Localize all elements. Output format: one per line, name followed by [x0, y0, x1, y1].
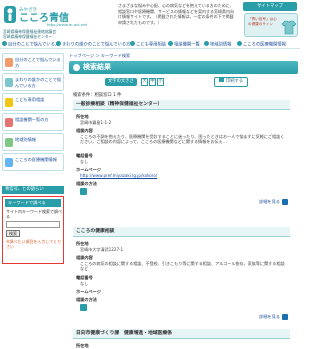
- breadcrumb[interactable]: トップページ ＞ キーワード検索: [69, 53, 130, 59]
- banner-text: 「青い信号」は心の健康のサイン: [248, 17, 277, 26]
- people-icon: [5, 78, 13, 87]
- consult-method-icon: [80, 304, 87, 311]
- nav-self[interactable]: 自分のことで悩んでいる方: [2, 41, 59, 49]
- address-label: 所在地: [76, 343, 89, 348]
- nav-others[interactable]: まわりの誰かのことで悩んでいる方: [56, 41, 130, 49]
- sidebar-item-children[interactable]: こども専用相談: [2, 93, 64, 111]
- org-name-2: 宮崎県精神保健福祉センター: [3, 34, 53, 39]
- arrow-right-icon: [282, 199, 288, 205]
- method-label: 相談の方法: [76, 297, 97, 302]
- content-value: こころの不調を抱えたり、医療機関を受診することに迷ったり、困ったときはお一人で悩…: [80, 134, 285, 145]
- sidebar-item-agencies[interactable]: 相談機関一覧の方: [2, 113, 64, 131]
- sitemap-button[interactable]: サイトマップ: [243, 2, 297, 11]
- fontsize-medium-button[interactable]: 中: [149, 78, 156, 86]
- search-button[interactable]: 検索: [6, 230, 20, 237]
- site-header: みやざき こころ青信 http://www.m-aoi.net 宮崎県精神保健福…: [0, 0, 300, 40]
- homepage-link[interactable]: http://www.pref.miyazaki.lg.jp/kokoro/: [80, 173, 157, 178]
- result-title[interactable]: 日向市健康づくり課 健康増進・地域医療係: [73, 329, 290, 339]
- address-value: 宮崎市霧島1-1-2: [80, 120, 112, 125]
- detail-link[interactable]: 詳細を見る: [259, 199, 280, 205]
- homepage-label: ホームページ: [76, 289, 101, 294]
- bullet-icon: [2, 41, 7, 46]
- sidebar-section-head: 青信号、との語らい: [2, 186, 64, 194]
- sidebar-item-medical[interactable]: こころの医療機関情報: [2, 153, 64, 171]
- logo-graphic: みやざき こころ青信 http://www.m-aoi.net: [4, 6, 88, 27]
- address-value: 宮崎市大字清武1227-1: [80, 247, 124, 252]
- bullet-icon: [204, 41, 209, 46]
- person-icon: [5, 58, 13, 67]
- sidebar-item-regions[interactable]: 地域別情報: [2, 133, 64, 151]
- page-title: 検索結果: [83, 63, 111, 71]
- fontsize-label: 文字の大きさ: [105, 78, 137, 86]
- fontsize-large-button[interactable]: 大: [141, 78, 148, 86]
- result-item: 日向市健康づくり課 健康増進・地域医療係 所在地: [73, 329, 290, 349]
- result-item: こころの健康相談 所在地 宮崎市大字清武1227-1 相談内容 こころの病気の相…: [73, 227, 290, 325]
- arrow-right-icon: [282, 314, 288, 320]
- building-icon: [5, 118, 13, 127]
- result-item: 一般診療相談（精神保健福祉センター） 所在地 宮崎市霧島1-1-2 相談内容 こ…: [73, 100, 290, 224]
- detail-link[interactable]: 詳細を見る: [259, 314, 280, 320]
- nav-regions[interactable]: 地域別情報: [204, 41, 231, 49]
- page-tools: 文字の大きさ 大 中 小 印刷する: [69, 77, 298, 87]
- sidebar: 自分のことで悩んでいる方 まわりの誰かのことで悩んでいる方 こども専用相談 相談…: [2, 53, 64, 349]
- fontsize-small-button[interactable]: 小: [157, 78, 164, 86]
- printer-icon: [218, 78, 224, 82]
- nav-medical[interactable]: こころの医療機関情報: [237, 41, 286, 49]
- consult-method-icon: [80, 188, 87, 195]
- search-title: キーワードで調べる: [5, 199, 61, 207]
- result-title[interactable]: 一般診療相談（精神保健福祉センター）: [73, 100, 290, 110]
- result-title[interactable]: こころの健康相談: [73, 227, 290, 237]
- bullet-icon: [130, 41, 135, 46]
- search-input[interactable]: [6, 221, 60, 228]
- search-note: ※調べたい項目を入力してください: [6, 239, 62, 250]
- bullet-icon: [56, 41, 61, 46]
- page-title-bar: 検索結果: [69, 61, 298, 74]
- site-intro: さまざまな悩みや心配、心の病気などを抱えている方のために、相談窓口や医療機関、サ…: [118, 3, 234, 25]
- main-content: トップページ ＞ キーワード検索 検索結果 文字の大きさ 大 中 小 印刷する …: [69, 53, 298, 349]
- site-logo[interactable]: みやざき こころ青信 http://www.m-aoi.net: [3, 2, 113, 28]
- bullet-icon: [237, 41, 242, 46]
- sidebar-item-self[interactable]: 自分のことで悩んでいる方: [2, 53, 64, 71]
- nav-children[interactable]: こども専用相談: [130, 41, 166, 49]
- nav-agencies[interactable]: 相談機関一覧: [168, 41, 200, 49]
- content-value: こころの病気の相談に関する相談、不登校、引きこもり等に関する相談、アルコール依存…: [80, 261, 285, 272]
- hospital-icon: [5, 158, 13, 167]
- tel-value: なし: [80, 159, 89, 164]
- title-dot-icon: [73, 64, 80, 71]
- child-icon: [5, 98, 13, 107]
- keyword-search-panel: キーワードで調べる サイト内キーワード検索で調べる 検索 ※調べたい項目を入力し…: [2, 196, 64, 264]
- svg-text:http://www.m-aoi.net: http://www.m-aoi.net: [47, 22, 88, 27]
- map-icon: [5, 138, 13, 147]
- search-description: サイト内キーワード検索で調べる: [6, 209, 62, 220]
- tel-value: なし: [80, 281, 89, 286]
- method-label: 相談の方法: [76, 181, 97, 186]
- sidebar-item-others[interactable]: まわりの誰かのことで悩んでいる方: [2, 73, 64, 91]
- tshirt-icon: [281, 20, 297, 35]
- search-condition: 検索条件：相談窓口 1 件: [73, 93, 122, 98]
- bullet-icon: [168, 41, 173, 46]
- global-nav: 自分のことで悩んでいる方 まわりの誰かのことで悩んでいる方 こども専用相談 相談…: [0, 41, 300, 49]
- svg-text:みやざき: みやざき: [19, 6, 37, 13]
- campaign-banner[interactable]: 「青い信号」は心の健康のサイン: [244, 13, 298, 37]
- print-button[interactable]: 印刷する: [214, 77, 248, 87]
